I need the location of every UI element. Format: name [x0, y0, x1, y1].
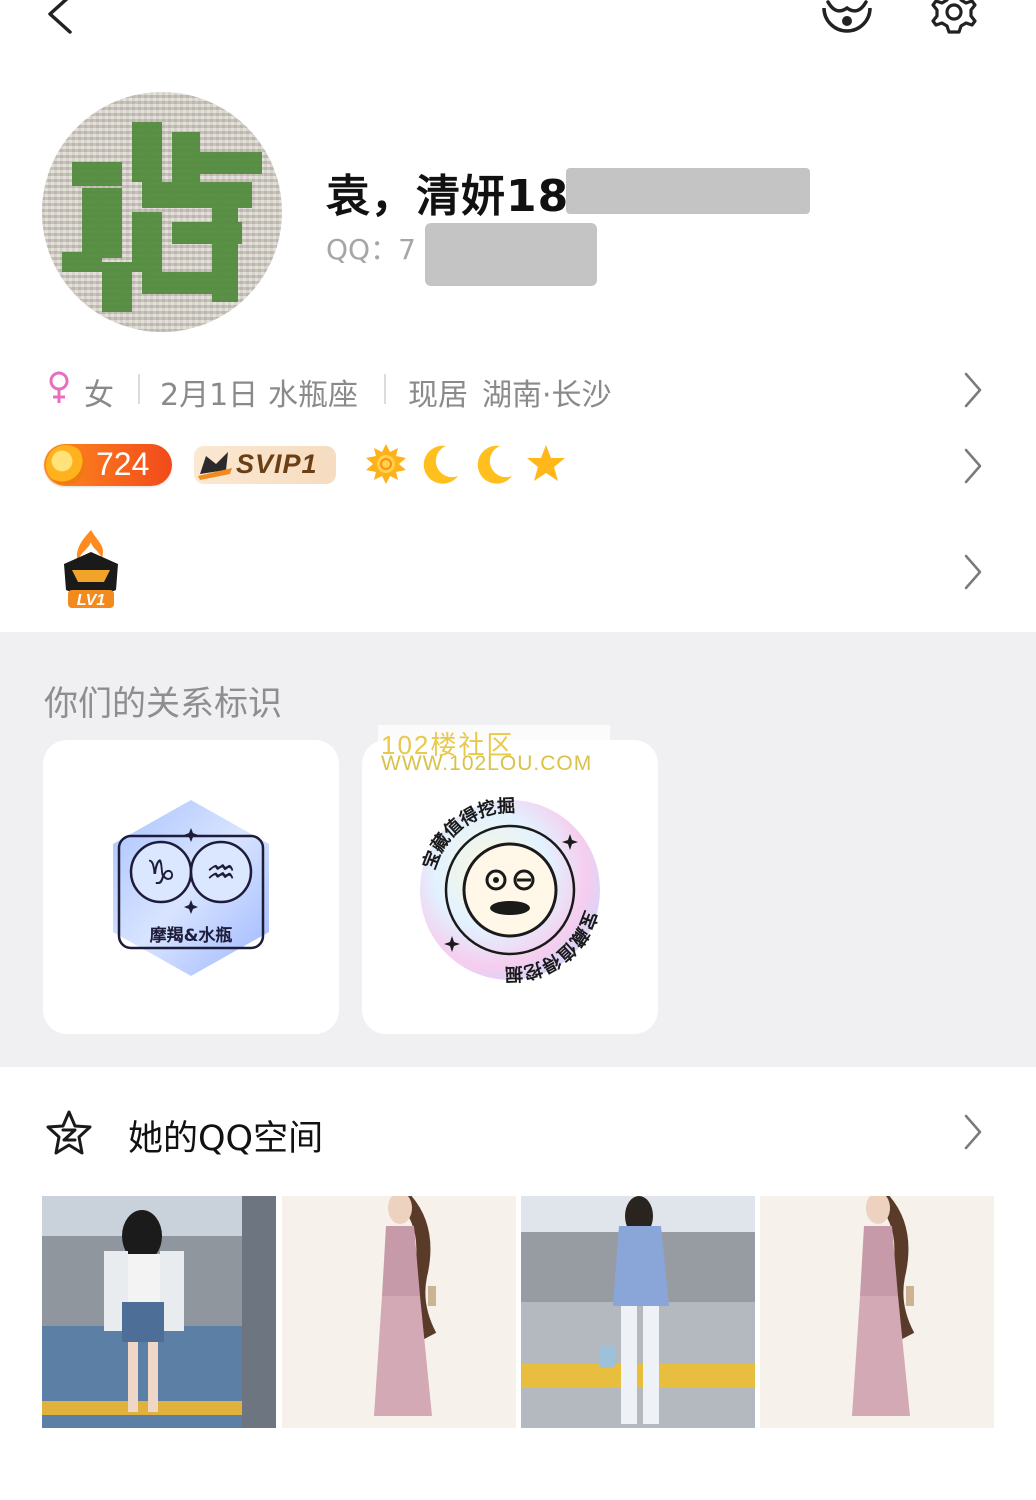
- sun-coin-icon: [46, 445, 86, 485]
- fire-level-badge-icon: LV1: [64, 530, 118, 609]
- residence-label: 现居: [408, 378, 468, 413]
- level-number: 724: [96, 446, 150, 482]
- svg-text:♒: ♒: [206, 853, 236, 893]
- chevron-right-icon: [964, 554, 982, 590]
- fire-badge-row[interactable]: LV1: [0, 528, 1036, 614]
- qzone-title: 她的QQ空间: [128, 1119, 324, 1159]
- gear-icon: [931, 0, 977, 34]
- star-icon: [527, 445, 565, 481]
- chevron-right-icon: [964, 372, 982, 408]
- face-button[interactable]: [818, 0, 876, 38]
- qq-number: QQ：7: [326, 228, 416, 268]
- qzone-photo-3[interactable]: [521, 1196, 755, 1428]
- chevron-left-icon: [48, 0, 72, 34]
- level-badge: 724: [44, 444, 172, 486]
- relation-card-treasure[interactable]: 宝藏值得挖掘 宝藏值得挖掘: [362, 740, 658, 1034]
- svip-text: SVIP1: [236, 449, 318, 479]
- qq-redaction: [425, 223, 597, 286]
- top-bar: [0, 0, 1036, 50]
- zodiac-label: 摩羯&水瓶: [150, 925, 233, 946]
- avatar-art-icon: [62, 122, 262, 312]
- moon-icon: [423, 445, 458, 484]
- gender-text: 女: [84, 378, 114, 413]
- sun-icon: [366, 444, 406, 484]
- treasure-badge-icon: 宝藏值得挖掘 宝藏值得挖掘: [418, 795, 602, 986]
- birthday-text: 2月1日: [160, 378, 259, 413]
- nickname: 袁，清妍188: [326, 171, 601, 222]
- female-icon: [49, 371, 69, 403]
- relation-section: 你们的关系标识 ♑ ♒ 摩羯&水瓶 宝藏值得挖掘 宝藏值得挖掘 102楼社区 W…: [0, 632, 1036, 1067]
- divider: [384, 374, 386, 404]
- svip-crown-icon: [198, 452, 232, 480]
- qzone-row[interactable]: 她的QQ空间: [0, 1096, 1036, 1172]
- moon-icon: [477, 445, 512, 484]
- settings-button[interactable]: [926, 0, 982, 38]
- relation-card-zodiac[interactable]: ♑ ♒ 摩羯&水瓶: [43, 740, 339, 1034]
- svip-badge: SVIP1: [194, 446, 336, 484]
- qzone-photo-4[interactable]: [760, 1196, 994, 1428]
- basic-info-row[interactable]: 女 2月1日 水瓶座 现居 湖南·长沙: [0, 362, 1036, 418]
- nickname-redaction: [566, 168, 810, 214]
- chevron-right-icon: [964, 1114, 982, 1150]
- chevron-right-icon: [964, 448, 982, 484]
- zodiac-text: 水瓶座: [268, 378, 358, 413]
- relation-title: 你们的关系标识: [44, 684, 282, 724]
- back-button[interactable]: [40, 0, 84, 40]
- qzone-star-icon: [46, 1110, 92, 1155]
- qzone-photo-1[interactable]: [42, 1196, 276, 1428]
- qzone-photo-strip: [42, 1196, 994, 1428]
- qq-label: QQ：: [326, 233, 399, 266]
- residence-text: 湖南·长沙: [482, 378, 612, 413]
- qq-value: 7: [398, 233, 416, 266]
- avatar[interactable]: [42, 92, 282, 332]
- watermark-line2: WWW.102LOU.COM: [381, 752, 593, 775]
- fire-badge-label: LV1: [77, 592, 106, 609]
- face-icon: [822, 0, 872, 33]
- qzone-photo-2[interactable]: [282, 1196, 516, 1428]
- divider: [138, 374, 140, 404]
- badges-row[interactable]: 724 SVIP1: [0, 440, 1036, 496]
- zodiac-badge-icon: ♑ ♒ 摩羯&水瓶: [113, 800, 269, 976]
- svg-text:♑: ♑: [146, 853, 176, 893]
